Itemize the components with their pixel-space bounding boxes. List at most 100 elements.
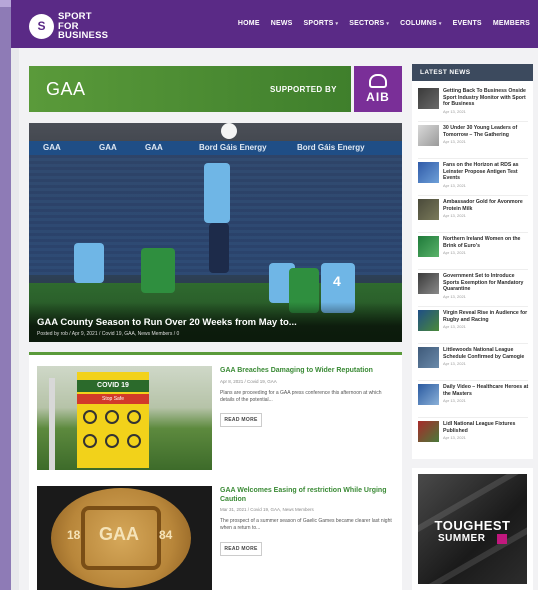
news-title[interactable]: Northern Ireland Women on the Brink of E… [443,236,531,249]
site-logo[interactable]: S SPORT FOR BUSINESS [29,12,108,41]
news-list-item[interactable]: 30 Under 30 Young Leaders of Tomorrow – … [418,125,528,155]
player-blue-left [74,243,104,283]
advertisement[interactable]: TOUGHEST SUMMER [412,468,533,590]
news-thumbnail[interactable] [418,273,439,294]
aib-ark-icon [369,74,387,88]
main-menu: HOME NEWS SPORTS ▾ SECTORS ▾ COLUMNS ▾ EVENTS MEM… [238,20,530,27]
article-title[interactable]: GAA Welcomes Easing of restriction While… [220,486,392,504]
nav-item-members[interactable]: MEMBERS [493,20,530,27]
nav-item-news[interactable]: NEWS [271,20,293,27]
news-thumbnail[interactable] [418,310,439,331]
news-thumbnail[interactable] [418,384,439,405]
nav-item-label: COLUMNS [400,20,437,27]
gaa-crest: 18 GAA 84 [51,488,191,588]
article-title[interactable]: GAA Breaches Damaging to Wider Reputatio… [220,366,392,375]
article-image[interactable]: COVID 19 Stop Safe [37,366,212,470]
news-date: Apr 13, 2021 [443,182,466,188]
player-jumping [204,163,230,223]
board-text: GAA [145,143,163,152]
sign-pole [49,378,55,470]
news-thumbnail[interactable] [418,199,439,220]
chevron-down-icon: ▾ [335,21,339,27]
news-date: Apr 13, 2021 [443,250,466,255]
ad-subtitle: SUMMER [438,533,486,544]
news-thumbnail[interactable] [418,347,439,368]
news-divider [418,306,528,307]
player-green-left [141,248,175,293]
news-list-item[interactable]: Getting Back To Business Onside Sport In… [418,88,528,118]
news-list-item[interactable]: Ambassador Gold for Avonmore Protein Mil… [418,199,528,229]
nav-item-events[interactable]: EVENTS [453,20,482,27]
logo-icon: S [29,13,54,39]
article-image[interactable]: 18 GAA 84 [37,486,212,590]
article-meta: Mar 31, 2021 / Covid 19, GAA, News Membe… [220,507,314,512]
nav-item-label: SPORTS [303,20,334,27]
nav-item-label: NEWS [270,20,293,27]
read-more-button[interactable]: READ MORE [220,542,262,556]
news-thumbnail[interactable] [418,421,439,442]
news-title[interactable]: Virgin Reveal Rise in Audience for Rugby… [443,310,531,323]
nav-item-label: EVENTS [452,20,482,27]
news-thumbnail[interactable] [418,236,439,257]
board-text: Bord Gáis Energy [297,143,365,152]
news-date: Apr 13, 2021 [443,213,466,218]
nav-item-sports[interactable]: SPORTS ▾ [304,20,339,27]
hero-title[interactable]: GAA County Season to Run Over 20 Weeks f… [37,317,297,328]
covid-icon [127,410,141,424]
news-divider [418,269,528,270]
chevron-down-icon: ▾ [386,21,390,27]
news-title[interactable]: Fans on the Horizon at RDS as Leinster P… [443,162,531,182]
news-title[interactable]: Lidl National League Fixtures Published [443,421,531,434]
news-date: Apr 13, 2021 [443,324,466,329]
news-title[interactable]: Daily Video – Healthcare Heroes at the M… [443,384,531,397]
ad-badge-icon [497,534,507,544]
news-title[interactable]: Ambassador Gold for Avonmore Protein Mil… [443,199,531,212]
covid-icon [127,434,141,448]
nav-item-sectors[interactable]: SECTORS ▾ [349,20,389,27]
hero-featured-article[interactable]: GAA GAA GAA Bord Gáis Energy Bord Gáis E… [29,123,402,342]
covid-icon [105,410,119,424]
news-list-item[interactable]: Fans on the Horizon at RDS as Leinster P… [418,162,528,192]
covid-icon [83,434,97,448]
nav-item-columns[interactable]: COLUMNS ▾ [400,20,442,27]
covid-icon [83,410,97,424]
news-list-item[interactable]: Virgin Reveal Rise in Audience for Rugby… [418,310,528,340]
category-banner[interactable]: GAA SUPPORTED BY AIB [29,66,402,112]
article-card: COVID 19 Stop Safe GAA Breaches Damaging… [37,366,394,470]
news-list-item[interactable]: Government Set to Introduce Sports Exemp… [418,273,528,303]
latest-news-sidebar: LATEST NEWS Getting Back To Business Ons… [412,64,533,459]
article-excerpt: The prospect of a summer season of Gaeli… [220,518,392,531]
news-date: Apr 13, 2021 [443,108,466,114]
nav-item-home[interactable]: HOME [238,20,260,27]
news-list-item[interactable]: Northern Ireland Women on the Brink of E… [418,236,528,266]
news-divider [418,195,528,196]
news-title[interactable]: Getting Back To Business Onside Sport In… [443,88,531,108]
sponsor-logo[interactable]: AIB [354,66,402,112]
news-date: Apr 13, 2021 [443,361,466,366]
banner-title: GAA [46,79,86,99]
nav-item-label: HOME [237,20,260,27]
banner-green-panel: GAA SUPPORTED BY [29,66,351,112]
nav-item-label: SECTORS [349,20,385,27]
left-edge-strip [0,0,11,590]
news-divider [418,417,528,418]
news-thumbnail[interactable] [418,125,439,146]
news-thumbnail[interactable] [418,88,439,109]
news-date: Apr 13, 2021 [443,139,466,144]
news-thumbnail[interactable] [418,162,439,183]
news-divider [418,380,528,381]
read-more-button[interactable]: READ MORE [220,413,262,427]
news-title[interactable]: Littlewoods National League Schedule Con… [443,347,531,360]
news-date: Apr 13, 2021 [443,398,466,403]
news-title[interactable]: Government Set to Introduce Sports Exemp… [443,273,531,293]
covid-sign-subheader: Stop Safe [77,394,149,404]
news-title[interactable]: 30 Under 30 Young Leaders of Tomorrow – … [443,125,531,138]
football [221,123,237,139]
news-list-item[interactable]: Littlewoods National League Schedule Con… [418,347,528,377]
news-list-item[interactable]: Lidl National League Fixtures Published A… [418,421,528,451]
chevron-down-icon: ▾ [438,21,442,27]
news-date: Apr 13, 2021 [443,293,466,299]
crest-letters: GAA [99,524,139,544]
player-jumping-legs [209,223,229,273]
news-list-item[interactable]: Daily Video – Healthcare Heroes at the M… [418,384,528,414]
